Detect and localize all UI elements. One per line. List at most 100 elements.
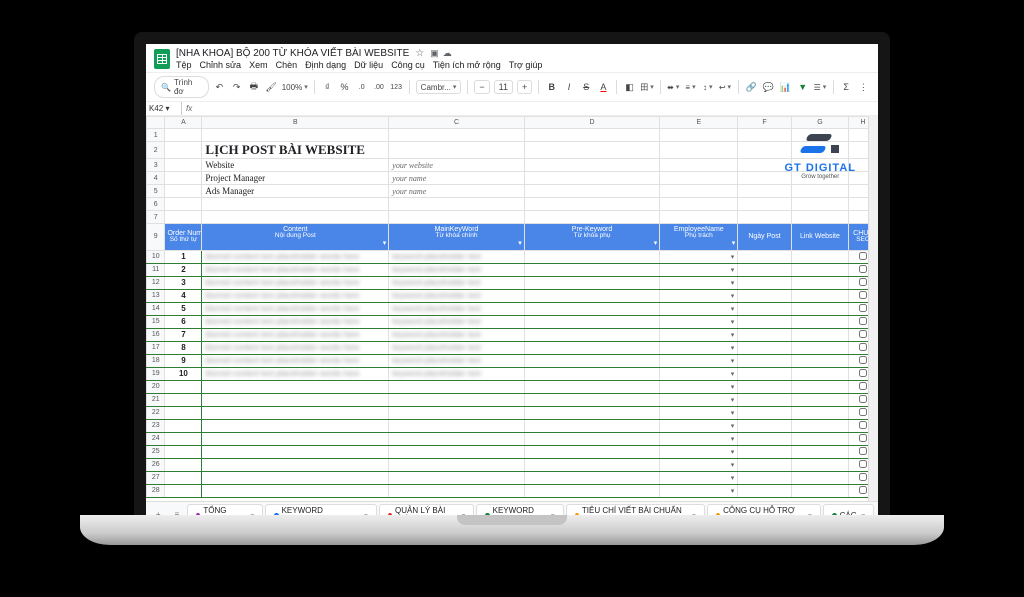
toolbar-overflow[interactable]: ⋮ — [857, 80, 870, 94]
merge-button[interactable]: ⬌ — [667, 80, 680, 94]
zoom-select[interactable]: 100% — [282, 83, 308, 92]
filter-views-button[interactable]: ☰ — [813, 80, 826, 94]
employee-dropdown[interactable]: ▾ — [660, 393, 738, 406]
google-sheets-app: [NHA KHOA] BỘ 200 TỪ KHÓA VIẾT BÀI WEBSI… — [146, 44, 878, 527]
order-cell: 9 — [165, 354, 202, 367]
link-cell — [791, 367, 848, 380]
valign-button[interactable]: ↕ — [701, 80, 714, 94]
keyword-cell: keyword placeholder text — [389, 315, 525, 328]
link-cell — [791, 289, 848, 302]
menu-help[interactable]: Trợ giúp — [509, 60, 543, 70]
link-cell — [791, 302, 848, 315]
content-cell: blurred content text placeholder words h… — [202, 315, 389, 328]
vertical-scrollbar[interactable] — [868, 116, 878, 501]
undo-button[interactable]: ↶ — [213, 80, 226, 94]
font-select[interactable]: Cambr... — [416, 80, 462, 94]
menu-edit[interactable]: Chỉnh sửa — [200, 60, 242, 70]
name-box[interactable]: K42 ▾ — [146, 102, 182, 115]
fill-color-button[interactable]: ◧ — [623, 80, 636, 94]
employee-dropdown[interactable]: ▾ — [660, 367, 738, 380]
text-color-button[interactable]: A — [597, 80, 610, 94]
chart-button[interactable]: 📊 — [779, 80, 792, 94]
spreadsheet-grid[interactable]: AB CDE FGH 12LỊCH POST BÀI WEBSITE3Websi… — [146, 116, 878, 498]
prekeyword-cell — [524, 263, 660, 276]
dec-increase-button[interactable]: .00 — [372, 80, 385, 94]
content-cell: blurred content text placeholder words h… — [202, 341, 389, 354]
employee-dropdown[interactable]: ▾ — [660, 250, 738, 263]
order-cell: 5 — [165, 302, 202, 315]
content-cell: blurred content text placeholder words h… — [202, 289, 389, 302]
sheets-logo-icon[interactable] — [154, 49, 170, 69]
bold-button[interactable]: B — [545, 80, 558, 94]
employee-dropdown[interactable]: ▾ — [660, 354, 738, 367]
halign-button[interactable]: ≡ — [684, 80, 697, 94]
document-title[interactable]: [NHA KHOA] BỘ 200 TỪ KHÓA VIẾT BÀI WEBSI… — [176, 48, 409, 59]
prekeyword-cell — [524, 354, 660, 367]
menu-extensions[interactable]: Tiện ích mở rộng — [433, 60, 501, 70]
content-cell: blurred content text placeholder words h… — [202, 367, 389, 380]
employee-dropdown[interactable]: ▾ — [660, 263, 738, 276]
employee-dropdown[interactable]: ▾ — [660, 484, 738, 497]
prekeyword-cell — [524, 302, 660, 315]
menu-format[interactable]: Định dạng — [305, 60, 346, 70]
menu-data[interactable]: Dữ liệu — [354, 60, 383, 70]
column-headers[interactable]: AB CDE FGH — [147, 117, 878, 129]
currency-button[interactable]: ₫ — [321, 80, 334, 94]
prekeyword-cell — [524, 315, 660, 328]
number-format-button[interactable]: 123 — [390, 80, 403, 94]
date-cell — [738, 354, 791, 367]
menu-file[interactable]: Tệp — [176, 60, 192, 70]
font-size-dec[interactable]: − — [474, 80, 489, 94]
content-cell: blurred content text placeholder words h… — [202, 263, 389, 276]
order-cell: 6 — [165, 315, 202, 328]
cloud-status-icon[interactable]: ☁ — [443, 48, 452, 59]
wrap-button[interactable]: ↩ — [718, 80, 731, 94]
toolbar: 🔍 Trình đơ ↶ ↷ 🖶 🖌 100% ₫ % .0 .00 123 C… — [146, 72, 878, 102]
date-cell — [738, 341, 791, 354]
move-icon[interactable]: ▣ — [430, 48, 439, 59]
functions-button[interactable]: Σ — [840, 80, 853, 94]
prekeyword-cell — [524, 289, 660, 302]
employee-dropdown[interactable]: ▾ — [660, 328, 738, 341]
laptop-frame: [NHA KHOA] BỘ 200 TỪ KHÓA VIẾT BÀI WEBSI… — [134, 32, 890, 527]
employee-dropdown[interactable]: ▾ — [660, 406, 738, 419]
font-size-inc[interactable]: + — [517, 80, 532, 94]
employee-dropdown[interactable]: ▾ — [660, 289, 738, 302]
strike-button[interactable]: S — [580, 80, 593, 94]
name-box-row: K42 ▾ fx — [146, 102, 878, 116]
employee-dropdown[interactable]: ▾ — [660, 302, 738, 315]
employee-dropdown[interactable]: ▾ — [660, 432, 738, 445]
employee-dropdown[interactable]: ▾ — [660, 315, 738, 328]
employee-dropdown[interactable]: ▾ — [660, 419, 738, 432]
employee-dropdown[interactable]: ▾ — [660, 276, 738, 289]
font-size-input[interactable]: 11 — [494, 80, 513, 94]
prekeyword-cell — [524, 367, 660, 380]
employee-dropdown[interactable]: ▾ — [660, 380, 738, 393]
link-button[interactable]: 🔗 — [744, 80, 757, 94]
menu-insert[interactable]: Chèn — [276, 60, 298, 70]
redo-button[interactable]: ↷ — [230, 80, 243, 94]
employee-dropdown[interactable]: ▾ — [660, 471, 738, 484]
date-cell — [738, 263, 791, 276]
title-bar: [NHA KHOA] BỘ 200 TỪ KHÓA VIẾT BÀI WEBSI… — [146, 44, 878, 72]
employee-dropdown[interactable]: ▾ — [660, 445, 738, 458]
filter-button[interactable]: ▼ — [796, 80, 809, 94]
menu-tools[interactable]: Công cụ — [391, 60, 425, 70]
table-header-row: 9 Order NumSố thứ tự ContentNội dung Pos… — [147, 224, 878, 251]
formula-bar[interactable] — [196, 102, 878, 115]
percent-button[interactable]: % — [338, 80, 351, 94]
link-cell — [791, 341, 848, 354]
menu-view[interactable]: Xem — [249, 60, 268, 70]
borders-button[interactable]: 田 — [640, 80, 654, 94]
dec-decrease-button[interactable]: .0 — [355, 80, 368, 94]
star-icon[interactable]: ☆ — [415, 48, 424, 59]
paint-format-button[interactable]: 🖌 — [265, 80, 278, 94]
employee-dropdown[interactable]: ▾ — [660, 458, 738, 471]
italic-button[interactable]: I — [562, 80, 575, 94]
comment-button[interactable]: 💬 — [762, 80, 775, 94]
print-button[interactable]: 🖶 — [247, 80, 260, 94]
employee-dropdown[interactable]: ▾ — [660, 341, 738, 354]
date-cell — [738, 276, 791, 289]
search-menus[interactable]: 🔍 Trình đơ — [154, 76, 209, 98]
date-cell — [738, 302, 791, 315]
